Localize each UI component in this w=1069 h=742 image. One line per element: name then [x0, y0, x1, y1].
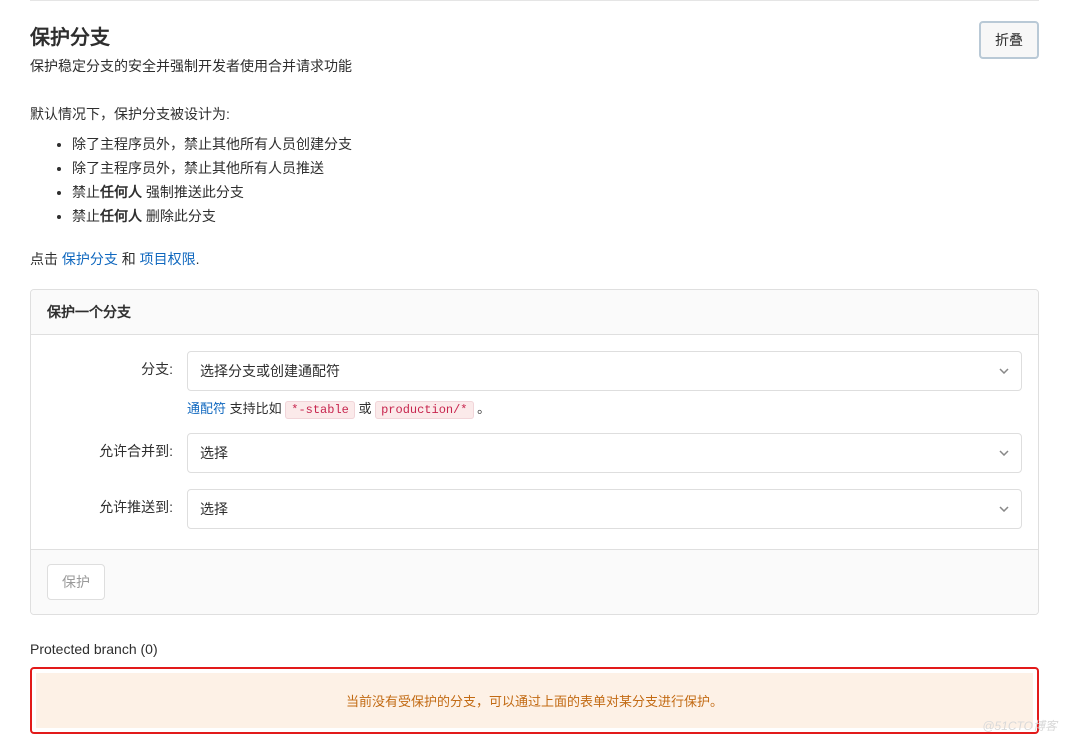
- code-example: *-stable: [285, 401, 355, 419]
- allowed-push-select[interactable]: 选择: [187, 489, 1022, 529]
- rules-list: 除了主程序员外，禁止其他所有人员创建分支 除了主程序员外，禁止其他所有人员推送 …: [30, 134, 1039, 227]
- section-header: 保护分支 保护稳定分支的安全并强制开发者使用合并请求功能 折叠: [30, 21, 1039, 76]
- protect-branch-panel: 保护一个分支 分支: 选择分支或创建通配符 通配符 支持比如 *-stable …: [30, 289, 1039, 615]
- watermark: @51CTO博客: [982, 717, 1057, 734]
- protected-branches-section: 保护分支 保护稳定分支的安全并强制开发者使用合并请求功能 折叠 默认情况下，保护…: [30, 0, 1039, 734]
- allowed-merge-label: 允许合并到:: [47, 433, 187, 461]
- empty-alert-text: 当前没有受保护的分支，可以通过上面的表单对某分支进行保护。: [36, 673, 1033, 728]
- branch-label: 分支:: [47, 351, 187, 379]
- allowed-merge-row: 允许合并到: 选择: [47, 433, 1022, 473]
- description-intro: 默认情况下，保护分支被设计为:: [30, 104, 1039, 124]
- branch-help: 通配符 支持比如 *-stable 或 production/* 。: [187, 398, 1022, 417]
- protected-branches-link[interactable]: 保护分支: [62, 251, 118, 267]
- branch-select[interactable]: 选择分支或创建通配符: [187, 351, 1022, 391]
- section-title: 保护分支: [30, 21, 979, 50]
- panel-heading: 保护一个分支: [31, 290, 1038, 335]
- description-block: 默认情况下，保护分支被设计为: 除了主程序员外，禁止其他所有人员创建分支 除了主…: [30, 104, 1039, 269]
- chevron-down-icon: [999, 506, 1009, 512]
- allowed-push-label: 允许推送到:: [47, 489, 187, 517]
- list-item: 除了主程序员外，禁止其他所有人员创建分支: [72, 134, 1039, 155]
- allowed-push-row: 允许推送到: 选择: [47, 489, 1022, 529]
- protected-count: 0: [145, 641, 153, 657]
- panel-footer: 保护: [31, 549, 1038, 614]
- allowed-merge-select[interactable]: 选择: [187, 433, 1022, 473]
- project-permissions-link[interactable]: 项目权限: [140, 251, 196, 267]
- wildcard-link[interactable]: 通配符: [187, 401, 226, 416]
- links-row: 点击 保护分支 和 项目权限.: [30, 249, 1039, 269]
- protect-button[interactable]: 保护: [47, 564, 105, 600]
- chevron-down-icon: [999, 450, 1009, 456]
- protected-branch-heading: Protected branch (0): [30, 641, 1039, 657]
- branch-row: 分支: 选择分支或创建通配符 通配符 支持比如 *-stable 或 produ…: [47, 351, 1022, 417]
- list-item: 禁止任何人 强制推送此分支: [72, 182, 1039, 203]
- list-item: 除了主程序员外，禁止其他所有人员推送: [72, 158, 1039, 179]
- empty-alert: 当前没有受保护的分支，可以通过上面的表单对某分支进行保护。: [30, 667, 1039, 734]
- collapse-button[interactable]: 折叠: [979, 21, 1039, 59]
- chevron-down-icon: [999, 368, 1009, 374]
- section-subtitle: 保护稳定分支的安全并强制开发者使用合并请求功能: [30, 56, 979, 76]
- list-item: 禁止任何人 删除此分支: [72, 206, 1039, 227]
- code-example: production/*: [375, 401, 473, 419]
